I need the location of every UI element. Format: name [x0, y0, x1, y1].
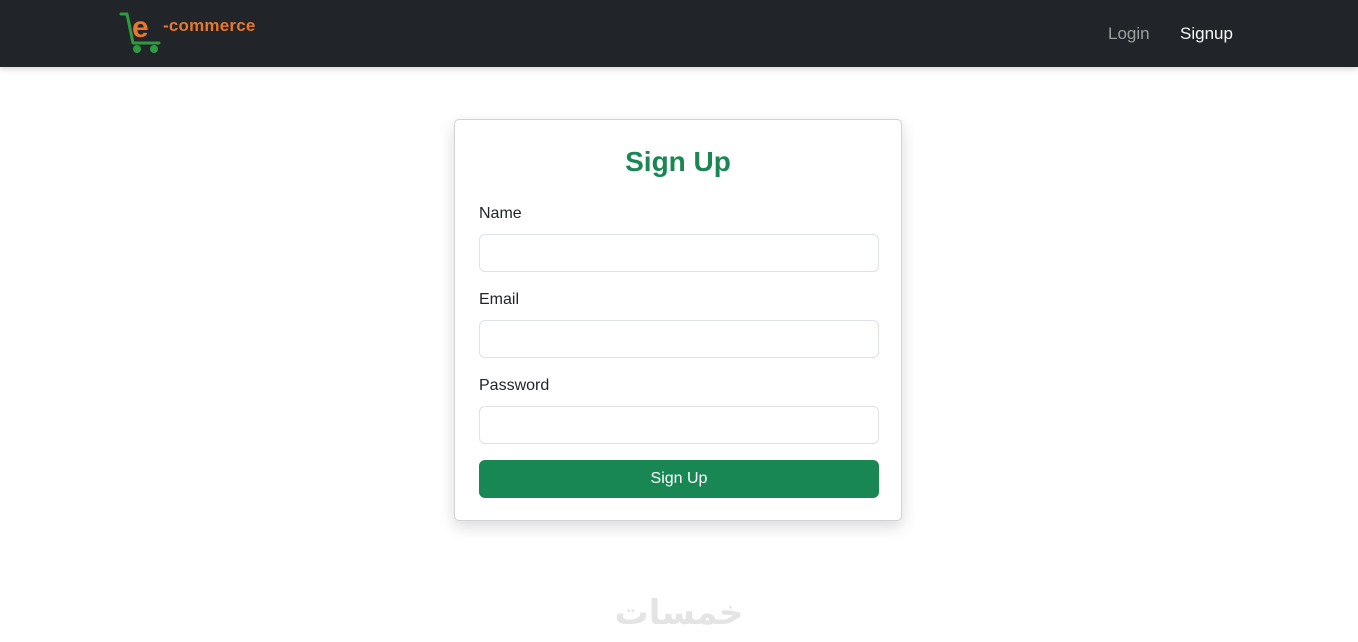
watermark-text: خمسات	[615, 593, 744, 632]
password-input[interactable]	[479, 406, 879, 444]
signup-card: Sign Up Name Email Password Sign Up	[454, 119, 902, 521]
watermark-logo: خمسات	[615, 593, 744, 632]
nav-signup-link[interactable]: Signup	[1180, 24, 1233, 44]
brand-name: -commerce	[163, 16, 256, 35]
brand-letter: e	[132, 11, 149, 44]
form-title: Sign Up	[625, 146, 731, 177]
nav-login-link[interactable]: Login	[1108, 24, 1150, 44]
password-label: Password	[479, 377, 550, 394]
brand-logo[interactable]: e -commerce	[119, 11, 259, 55]
top-navbar: e -commerce Login Signup	[0, 0, 1358, 67]
email-label: Email	[479, 291, 520, 308]
shopping-cart-icon: e	[119, 11, 161, 53]
name-input[interactable]	[479, 234, 879, 272]
email-input[interactable]	[479, 320, 879, 358]
signup-submit-button[interactable]: Sign Up	[479, 460, 879, 498]
name-label: Name	[479, 205, 522, 222]
